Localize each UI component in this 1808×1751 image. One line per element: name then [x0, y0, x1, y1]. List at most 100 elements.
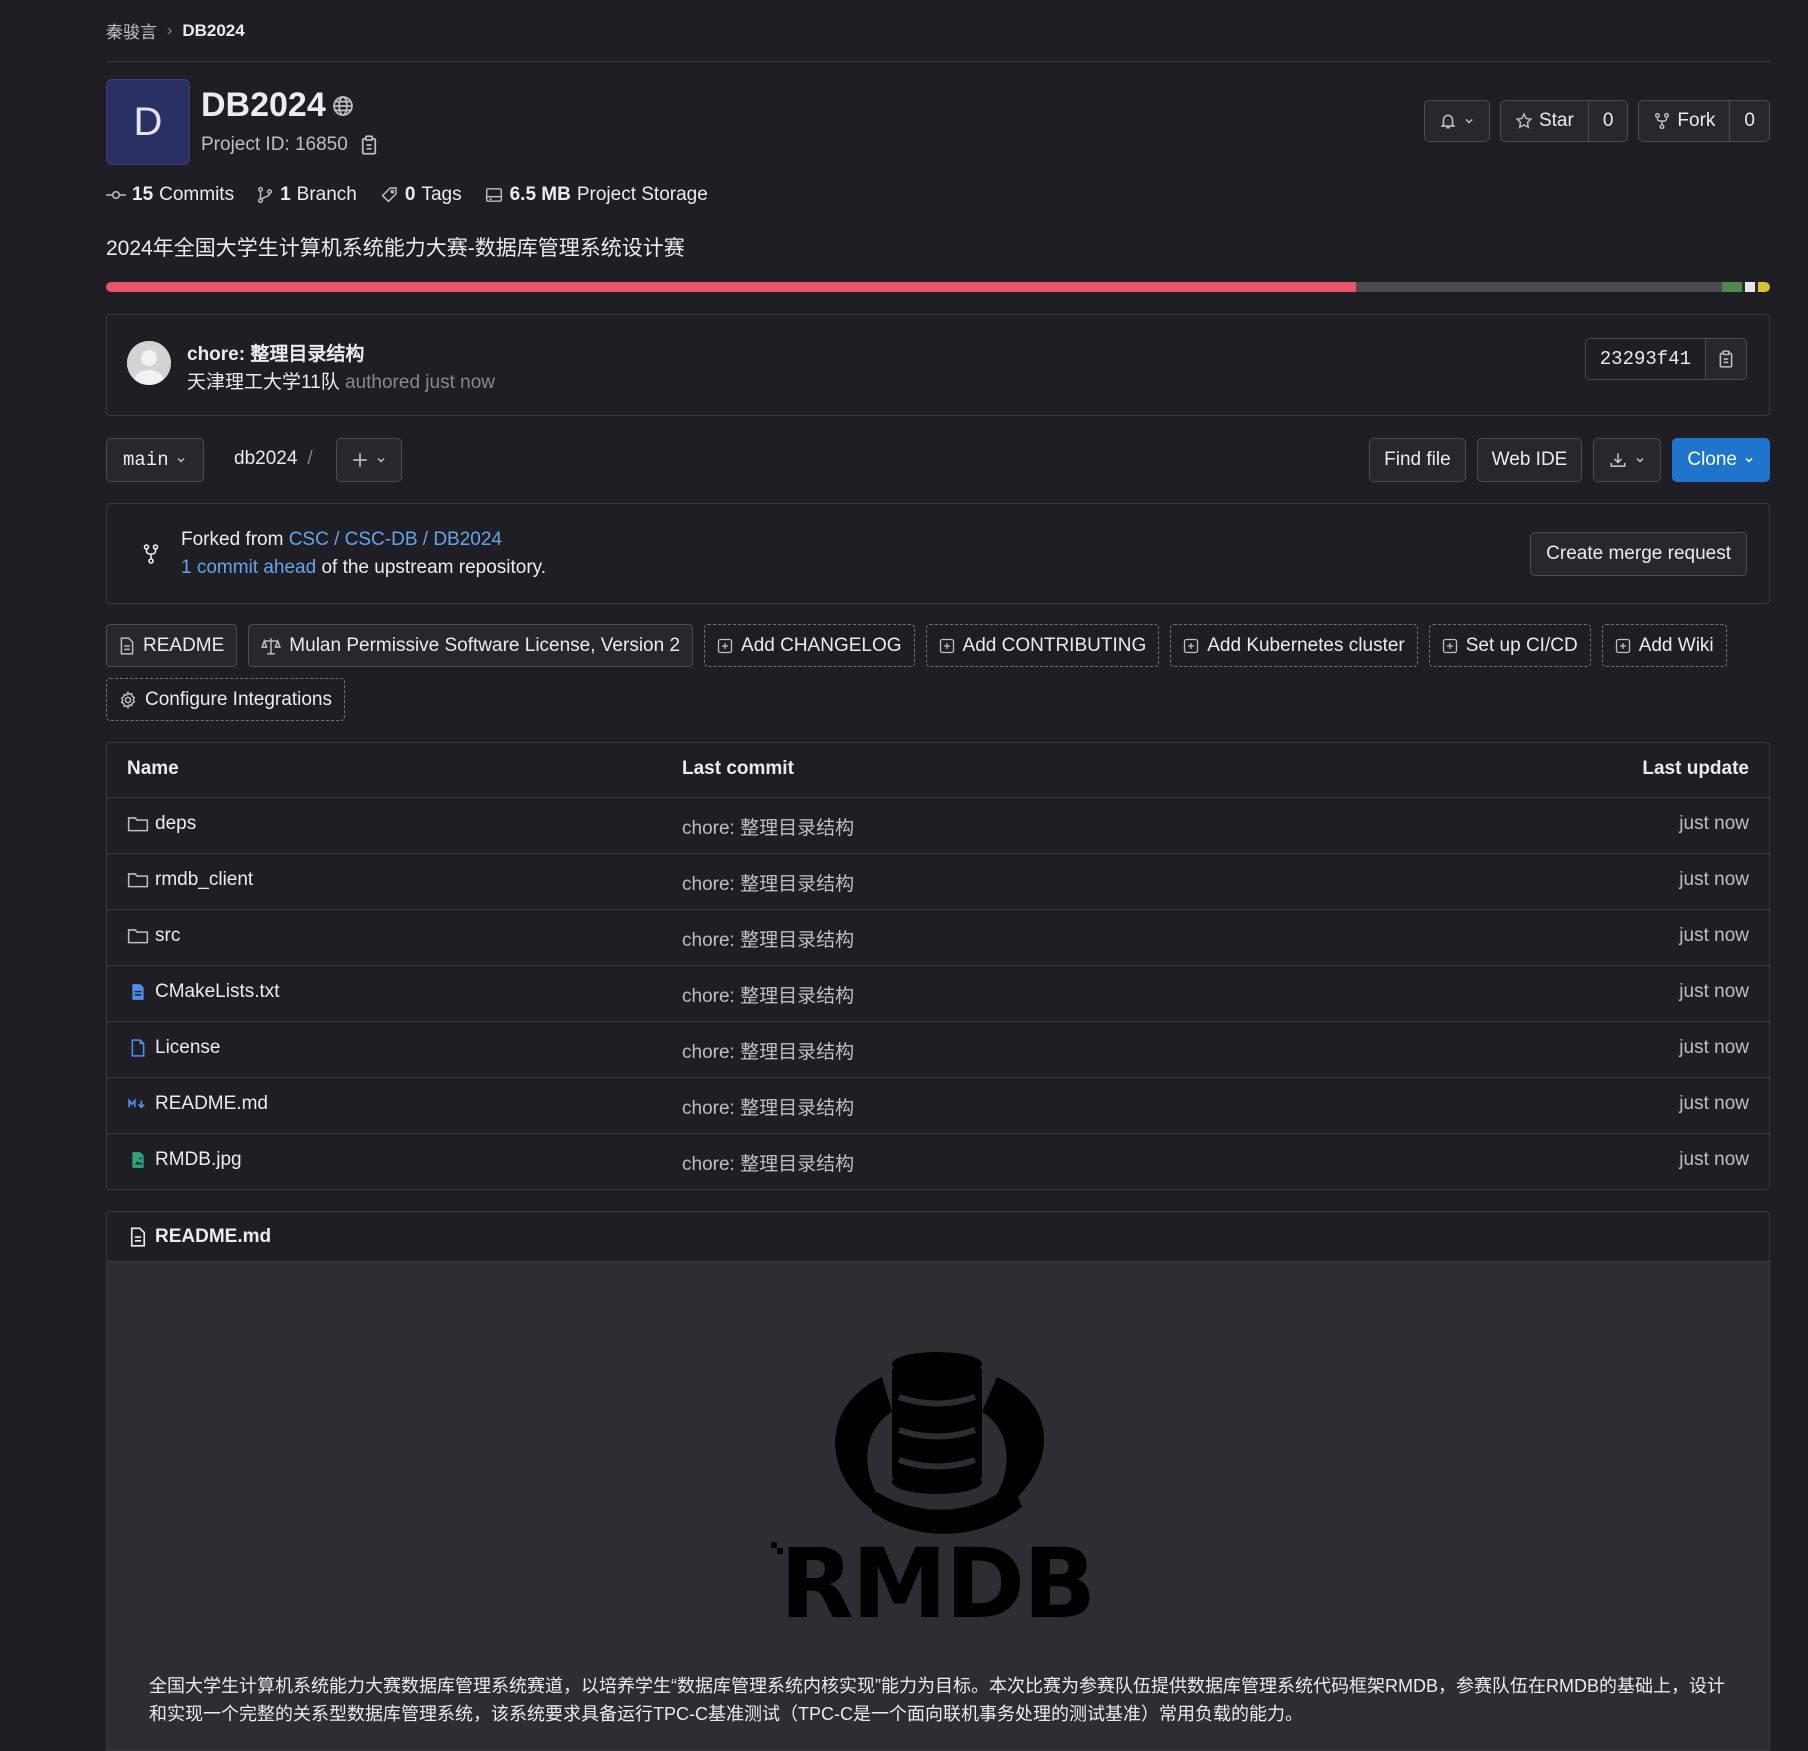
file-name-cell[interactable]: rmdb_client [127, 869, 253, 891]
language-segment[interactable] [1721, 282, 1742, 292]
copy-id-icon[interactable] [360, 135, 378, 155]
text-file-icon [127, 983, 149, 1001]
table-row[interactable]: RMDB.jpg chore: 整理目录结构 just now [107, 1133, 1769, 1189]
project-avatar[interactable]: D [106, 79, 190, 165]
file-name-cell[interactable]: src [127, 925, 180, 947]
clone-dropdown[interactable]: Clone [1672, 438, 1770, 482]
readme-filename[interactable]: README.md [155, 1226, 271, 1248]
add-kubernetes-button[interactable]: Add Kubernetes cluster [1170, 624, 1418, 667]
language-segment[interactable] [1758, 282, 1770, 292]
image-file-icon [127, 1151, 149, 1169]
add-wiki-button[interactable]: Add Wiki [1601, 624, 1727, 667]
last-update: just now [1679, 981, 1749, 1002]
project-name: DB2024 [201, 86, 326, 124]
project-description: 2024年全国大学生计算机系统能力大赛-数据库管理系统设计赛 [106, 237, 685, 260]
download-dropdown[interactable] [1593, 438, 1662, 482]
last-commit-panel: chore: 整理目录结构 天津理工大学11队 authored just no… [106, 314, 1770, 416]
commit-meta: authored just now [345, 372, 496, 393]
commit-message[interactable]: chore: 整理目录结构 [682, 1093, 854, 1120]
download-icon [1608, 451, 1628, 469]
storage-label: Project Storage [576, 184, 708, 205]
file-name-cell[interactable]: CMakeLists.txt [127, 981, 280, 1003]
add-to-tree-dropdown[interactable] [336, 438, 402, 482]
file-name[interactable]: README.md [155, 1093, 268, 1115]
star-icon [1515, 112, 1533, 130]
commits-ahead-link[interactable]: 1 commit ahead [181, 557, 316, 578]
notification-dropdown[interactable] [1423, 100, 1490, 142]
web-ide-button[interactable]: Web IDE [1476, 438, 1583, 482]
find-file-button[interactable]: Find file [1369, 438, 1466, 482]
plus-square-icon [1615, 638, 1631, 654]
table-row[interactable]: License chore: 整理目录结构 just now [107, 1021, 1769, 1077]
tags-stat[interactable]: 0 Tags [379, 184, 462, 206]
branch-stat[interactable]: 1 Branch [256, 184, 357, 206]
fork-count[interactable]: 0 [1729, 101, 1769, 141]
create-merge-request-button[interactable]: Create merge request [1530, 532, 1747, 576]
table-row[interactable]: rmdb_client chore: 整理目录结构 just now [107, 853, 1769, 909]
file-name[interactable]: src [155, 925, 180, 947]
configure-integrations-button[interactable]: Configure Integrations [106, 678, 345, 721]
branch-selector[interactable]: main [106, 438, 204, 482]
table-row[interactable]: src chore: 整理目录结构 just now [107, 909, 1769, 965]
commit-message[interactable]: chore: 整理目录结构 [682, 1149, 854, 1176]
file-name[interactable]: RMDB.jpg [155, 1149, 242, 1171]
star-button[interactable]: Star [1501, 101, 1588, 141]
tag-icon [379, 186, 399, 204]
file-name-cell[interactable]: README.md [127, 1093, 268, 1115]
commit-message[interactable]: chore: 整理目录结构 [682, 869, 854, 896]
copy-sha-button[interactable] [1706, 338, 1747, 380]
file-name[interactable]: License [155, 1037, 221, 1059]
file-icon [119, 636, 135, 655]
add-changelog-button[interactable]: Add CHANGELOG [704, 624, 915, 667]
table-row[interactable]: README.md chore: 整理目录结构 just now [107, 1077, 1769, 1133]
commit-message[interactable]: chore: 整理目录结构 [682, 981, 854, 1008]
readme-panel: README.md RMDB 全国大学生计算机系统能力大赛数据库管理系统赛道，以… [106, 1211, 1770, 1751]
configure-integrations-label: Configure Integrations [145, 688, 332, 710]
commit-author-line: 天津理工大学11队 authored just now [187, 367, 495, 394]
commits-ahead-rest: of the upstream repository. [316, 557, 547, 578]
storage-stat[interactable]: 6.5 MB Project Storage [484, 184, 708, 206]
file-name[interactable]: rmdb_client [155, 869, 253, 891]
breadcrumb-owner[interactable]: 秦骏言 [106, 18, 157, 43]
rmdb-logo: RMDB [767, 1342, 1107, 1622]
repository-languages-bar[interactable] [106, 282, 1770, 292]
commit-author[interactable]: 天津理工大学11队 [187, 372, 340, 393]
branch-label: Branch [296, 184, 357, 205]
file-icon [129, 1226, 147, 1247]
star-count[interactable]: 0 [1587, 101, 1628, 141]
breadcrumb-project[interactable]: DB2024 [182, 21, 244, 41]
chevron-down-icon [1463, 115, 1475, 127]
fork-source-link[interactable]: CSC / CSC-DB / DB2024 [289, 529, 502, 550]
web-ide-label: Web IDE [1491, 449, 1568, 470]
plus-square-icon [717, 638, 733, 654]
commit-title[interactable]: chore: 整理目录结构 [187, 339, 364, 366]
readme-paragraph: 全国大学生计算机系统能力大赛数据库管理系统赛道，以培养学生“数据库管理系统内核实… [149, 1676, 1725, 1724]
fork-info-panel: Forked from CSC / CSC-DB / DB2024 1 comm… [106, 503, 1770, 604]
fork-icon [143, 544, 159, 564]
repo-path-root[interactable]: db2024 [234, 448, 297, 469]
commit-message[interactable]: chore: 整理目录结构 [682, 1037, 854, 1064]
commit-message[interactable]: chore: 整理目录结构 [682, 813, 854, 840]
commit-sha-group: 23293f41 [1584, 338, 1747, 380]
file-name[interactable]: deps [155, 813, 196, 835]
setup-cicd-button[interactable]: Set up CI/CD [1428, 624, 1591, 667]
commit-sha[interactable]: 23293f41 [1584, 338, 1706, 380]
commit-message[interactable]: chore: 整理目录结构 [682, 925, 854, 952]
add-contributing-button[interactable]: Add CONTRIBUTING [925, 624, 1160, 667]
file-name-cell[interactable]: RMDB.jpg [127, 1149, 242, 1171]
language-segment[interactable] [1745, 282, 1755, 292]
language-segment[interactable] [1355, 282, 1722, 292]
fork-button[interactable]: Fork [1639, 101, 1729, 141]
table-row[interactable]: CMakeLists.txt chore: 整理目录结构 just now [107, 965, 1769, 1021]
table-row[interactable]: deps chore: 整理目录结构 just now [107, 797, 1769, 853]
file-name-cell[interactable]: License [127, 1037, 221, 1059]
file-name-cell[interactable]: deps [127, 813, 196, 835]
file-name[interactable]: CMakeLists.txt [155, 981, 280, 1003]
commits-stat[interactable]: 15 Commits [106, 184, 234, 206]
license-shortcut[interactable]: Mulan Permissive Software License, Versi… [248, 624, 694, 667]
add-contributing-label: Add CONTRIBUTING [962, 634, 1147, 656]
author-avatar[interactable] [127, 341, 171, 385]
readme-shortcut[interactable]: README [106, 624, 238, 667]
language-segment[interactable] [106, 282, 1356, 292]
plus-square-icon [939, 638, 955, 654]
